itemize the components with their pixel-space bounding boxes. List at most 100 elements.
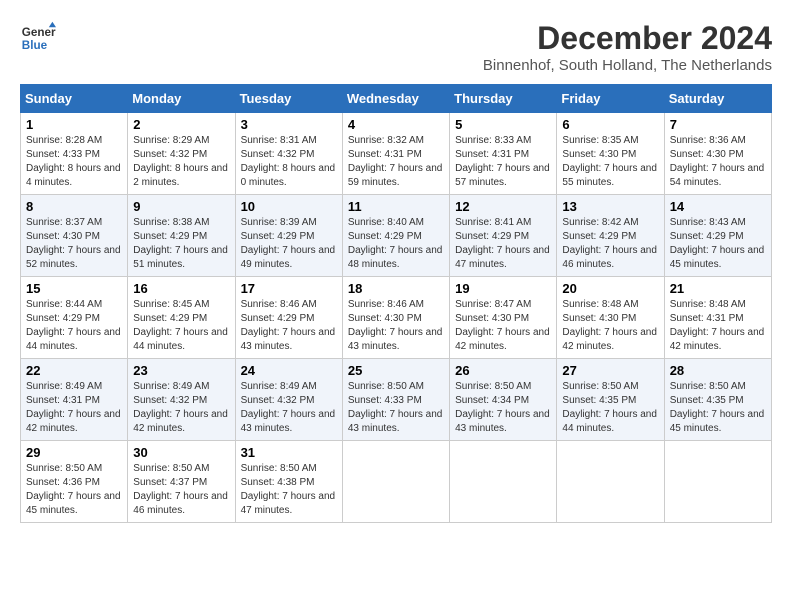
calendar-cell: 2 Sunrise: 8:29 AMSunset: 4:32 PMDayligh… — [128, 113, 235, 195]
calendar-cell: 31 Sunrise: 8:50 AMSunset: 4:38 PMDaylig… — [235, 441, 342, 523]
calendar-cell: 27 Sunrise: 8:50 AMSunset: 4:35 PMDaylig… — [557, 359, 664, 441]
calendar-cell: 23 Sunrise: 8:49 AMSunset: 4:32 PMDaylig… — [128, 359, 235, 441]
day-info: Sunrise: 8:49 AMSunset: 4:31 PMDaylight:… — [26, 381, 121, 434]
calendar-cell: 17 Sunrise: 8:46 AMSunset: 4:29 PMDaylig… — [235, 277, 342, 359]
day-info: Sunrise: 8:39 AMSunset: 4:29 PMDaylight:… — [241, 217, 336, 270]
weekday-header-monday: Monday — [128, 85, 235, 113]
day-info: Sunrise: 8:40 AMSunset: 4:29 PMDaylight:… — [348, 217, 443, 270]
calendar-cell — [557, 441, 664, 523]
calendar-cell: 4 Sunrise: 8:32 AMSunset: 4:31 PMDayligh… — [342, 113, 449, 195]
day-number: 24 — [241, 363, 337, 378]
day-number: 31 — [241, 445, 337, 460]
day-number: 20 — [562, 281, 658, 296]
day-info: Sunrise: 8:43 AMSunset: 4:29 PMDaylight:… — [670, 217, 765, 270]
calendar-cell: 25 Sunrise: 8:50 AMSunset: 4:33 PMDaylig… — [342, 359, 449, 441]
calendar-cell: 22 Sunrise: 8:49 AMSunset: 4:31 PMDaylig… — [21, 359, 128, 441]
day-number: 17 — [241, 281, 337, 296]
day-number: 25 — [348, 363, 444, 378]
calendar-cell: 8 Sunrise: 8:37 AMSunset: 4:30 PMDayligh… — [21, 195, 128, 277]
day-info: Sunrise: 8:50 AMSunset: 4:33 PMDaylight:… — [348, 381, 443, 434]
day-number: 26 — [455, 363, 551, 378]
calendar-cell: 5 Sunrise: 8:33 AMSunset: 4:31 PMDayligh… — [450, 113, 557, 195]
day-number: 3 — [241, 117, 337, 132]
calendar-body: 1 Sunrise: 8:28 AMSunset: 4:33 PMDayligh… — [21, 113, 772, 523]
location-subtitle: Binnenhof, South Holland, The Netherland… — [483, 57, 772, 74]
day-info: Sunrise: 8:38 AMSunset: 4:29 PMDaylight:… — [133, 217, 228, 270]
day-number: 12 — [455, 199, 551, 214]
day-info: Sunrise: 8:31 AMSunset: 4:32 PMDaylight:… — [241, 135, 336, 188]
day-info: Sunrise: 8:50 AMSunset: 4:35 PMDaylight:… — [562, 381, 657, 434]
day-number: 21 — [670, 281, 766, 296]
weekday-header-wednesday: Wednesday — [342, 85, 449, 113]
weekday-header-sunday: Sunday — [21, 85, 128, 113]
weekday-header-thursday: Thursday — [450, 85, 557, 113]
day-info: Sunrise: 8:50 AMSunset: 4:34 PMDaylight:… — [455, 381, 550, 434]
day-info: Sunrise: 8:47 AMSunset: 4:30 PMDaylight:… — [455, 299, 550, 352]
calendar-cell — [664, 441, 771, 523]
calendar-week-row: 29 Sunrise: 8:50 AMSunset: 4:36 PMDaylig… — [21, 441, 772, 523]
calendar-cell: 15 Sunrise: 8:44 AMSunset: 4:29 PMDaylig… — [21, 277, 128, 359]
calendar-cell: 12 Sunrise: 8:41 AMSunset: 4:29 PMDaylig… — [450, 195, 557, 277]
calendar-cell: 21 Sunrise: 8:48 AMSunset: 4:31 PMDaylig… — [664, 277, 771, 359]
calendar-cell: 28 Sunrise: 8:50 AMSunset: 4:35 PMDaylig… — [664, 359, 771, 441]
day-number: 8 — [26, 199, 122, 214]
svg-text:Blue: Blue — [22, 39, 48, 52]
day-info: Sunrise: 8:32 AMSunset: 4:31 PMDaylight:… — [348, 135, 443, 188]
calendar-cell: 29 Sunrise: 8:50 AMSunset: 4:36 PMDaylig… — [21, 441, 128, 523]
day-number: 2 — [133, 117, 229, 132]
day-number: 1 — [26, 117, 122, 132]
day-number: 27 — [562, 363, 658, 378]
day-number: 28 — [670, 363, 766, 378]
calendar-cell: 6 Sunrise: 8:35 AMSunset: 4:30 PMDayligh… — [557, 113, 664, 195]
calendar-cell: 30 Sunrise: 8:50 AMSunset: 4:37 PMDaylig… — [128, 441, 235, 523]
day-number: 19 — [455, 281, 551, 296]
day-number: 30 — [133, 445, 229, 460]
calendar-cell: 26 Sunrise: 8:50 AMSunset: 4:34 PMDaylig… — [450, 359, 557, 441]
day-number: 23 — [133, 363, 229, 378]
logo: General Blue — [20, 20, 56, 56]
day-number: 5 — [455, 117, 551, 132]
day-info: Sunrise: 8:50 AMSunset: 4:35 PMDaylight:… — [670, 381, 765, 434]
day-number: 22 — [26, 363, 122, 378]
day-number: 14 — [670, 199, 766, 214]
calendar-cell: 18 Sunrise: 8:46 AMSunset: 4:30 PMDaylig… — [342, 277, 449, 359]
day-number: 18 — [348, 281, 444, 296]
calendar-cell: 24 Sunrise: 8:49 AMSunset: 4:32 PMDaylig… — [235, 359, 342, 441]
day-info: Sunrise: 8:37 AMSunset: 4:30 PMDaylight:… — [26, 217, 121, 270]
month-title: December 2024 — [483, 20, 772, 57]
day-info: Sunrise: 8:46 AMSunset: 4:29 PMDaylight:… — [241, 299, 336, 352]
day-info: Sunrise: 8:49 AMSunset: 4:32 PMDaylight:… — [241, 381, 336, 434]
weekday-header-tuesday: Tuesday — [235, 85, 342, 113]
page-header: General Blue December 2024 Binnenhof, So… — [20, 20, 772, 74]
day-info: Sunrise: 8:49 AMSunset: 4:32 PMDaylight:… — [133, 381, 228, 434]
day-info: Sunrise: 8:35 AMSunset: 4:30 PMDaylight:… — [562, 135, 657, 188]
calendar-week-row: 8 Sunrise: 8:37 AMSunset: 4:30 PMDayligh… — [21, 195, 772, 277]
calendar-cell — [450, 441, 557, 523]
calendar-cell: 13 Sunrise: 8:42 AMSunset: 4:29 PMDaylig… — [557, 195, 664, 277]
calendar-cell: 7 Sunrise: 8:36 AMSunset: 4:30 PMDayligh… — [664, 113, 771, 195]
calendar-cell — [342, 441, 449, 523]
calendar-cell: 1 Sunrise: 8:28 AMSunset: 4:33 PMDayligh… — [21, 113, 128, 195]
weekday-header-friday: Friday — [557, 85, 664, 113]
day-info: Sunrise: 8:50 AMSunset: 4:38 PMDaylight:… — [241, 463, 336, 516]
day-number: 29 — [26, 445, 122, 460]
day-info: Sunrise: 8:44 AMSunset: 4:29 PMDaylight:… — [26, 299, 121, 352]
day-info: Sunrise: 8:48 AMSunset: 4:31 PMDaylight:… — [670, 299, 765, 352]
calendar-header-row: SundayMondayTuesdayWednesdayThursdayFrid… — [21, 85, 772, 113]
day-info: Sunrise: 8:33 AMSunset: 4:31 PMDaylight:… — [455, 135, 550, 188]
day-info: Sunrise: 8:41 AMSunset: 4:29 PMDaylight:… — [455, 217, 550, 270]
day-info: Sunrise: 8:28 AMSunset: 4:33 PMDaylight:… — [26, 135, 121, 188]
calendar-cell: 11 Sunrise: 8:40 AMSunset: 4:29 PMDaylig… — [342, 195, 449, 277]
day-number: 7 — [670, 117, 766, 132]
day-number: 6 — [562, 117, 658, 132]
calendar-cell: 14 Sunrise: 8:43 AMSunset: 4:29 PMDaylig… — [664, 195, 771, 277]
weekday-header-saturday: Saturday — [664, 85, 771, 113]
day-number: 11 — [348, 199, 444, 214]
day-number: 4 — [348, 117, 444, 132]
day-info: Sunrise: 8:50 AMSunset: 4:36 PMDaylight:… — [26, 463, 121, 516]
svg-text:General: General — [22, 26, 56, 39]
day-number: 15 — [26, 281, 122, 296]
day-number: 10 — [241, 199, 337, 214]
day-info: Sunrise: 8:46 AMSunset: 4:30 PMDaylight:… — [348, 299, 443, 352]
calendar-cell: 3 Sunrise: 8:31 AMSunset: 4:32 PMDayligh… — [235, 113, 342, 195]
